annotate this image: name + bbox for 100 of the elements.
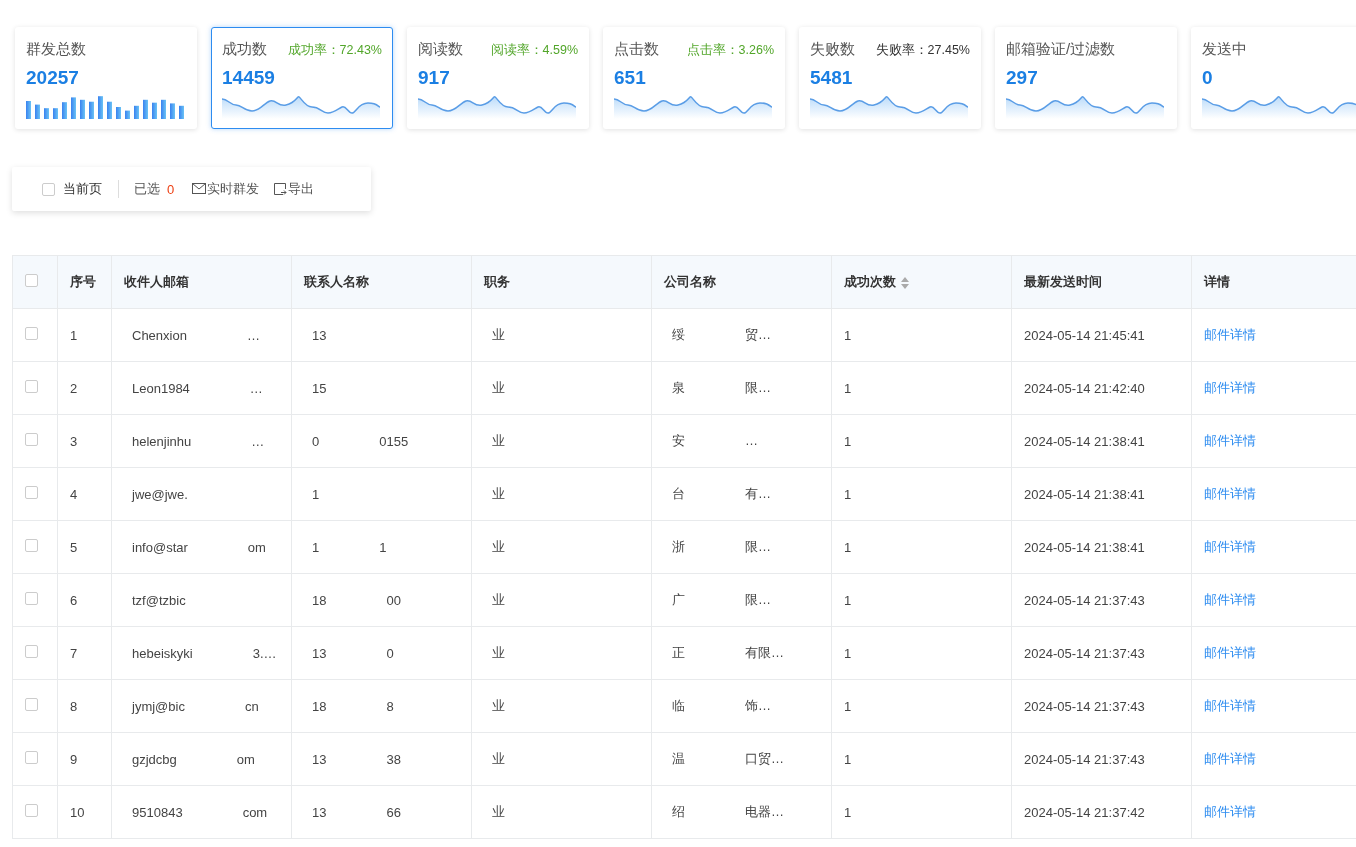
column-header[interactable]: 成功次数 bbox=[844, 274, 910, 289]
time-cell: 2024-05-14 21:37:43 bbox=[1024, 698, 1145, 714]
company-cell-text: 泉 限… bbox=[671, 380, 771, 395]
selected-count: 0 bbox=[167, 181, 175, 197]
row-number: 6 bbox=[70, 592, 78, 608]
export-button[interactable]: 导出 bbox=[273, 180, 315, 198]
stat-card[interactable]: 成功数 成功率：72.43% 14459 bbox=[211, 27, 393, 129]
count-cell: 1 bbox=[844, 645, 852, 661]
stat-card[interactable]: 邮箱验证/过滤数 297 bbox=[995, 27, 1177, 129]
stat-card[interactable]: 阅读数 阅读率：4.59% 917 bbox=[407, 27, 589, 129]
stat-value: 5481 bbox=[810, 67, 853, 89]
row-checkbox[interactable] bbox=[25, 751, 38, 764]
row-checkbox[interactable] bbox=[25, 592, 38, 605]
detail-link[interactable]: 邮件详情 bbox=[1204, 486, 1256, 501]
email-cell-text: jwe@jwe. bbox=[130, 486, 188, 502]
job-cell-text: 业 bbox=[491, 698, 505, 713]
contact-cell-text: 1 bbox=[311, 486, 320, 502]
email-cell-text: info@star om bbox=[131, 539, 266, 555]
time-cell: 2024-05-14 21:38:41 bbox=[1024, 433, 1145, 449]
count-cell: 1 bbox=[844, 486, 852, 502]
contact-cell-text: 13 38 bbox=[311, 751, 401, 767]
contact-cell-text: 0 0155 bbox=[311, 433, 409, 449]
contact-cell-text: 13 bbox=[311, 327, 327, 343]
stat-title: 群发总数 bbox=[26, 40, 86, 59]
row-number: 3 bbox=[70, 433, 78, 449]
count-cell: 1 bbox=[844, 539, 852, 555]
export-icon bbox=[273, 182, 288, 196]
row-checkbox[interactable] bbox=[25, 486, 38, 499]
row-checkbox[interactable] bbox=[25, 698, 38, 711]
contact-cell-text: 15 bbox=[311, 380, 327, 396]
email-cell-text: tzf@tzbic bbox=[131, 592, 186, 608]
detail-link[interactable]: 邮件详情 bbox=[1204, 751, 1256, 766]
count-cell: 1 bbox=[844, 380, 852, 396]
column-header: 公司名称 bbox=[664, 274, 716, 289]
row-number: 10 bbox=[70, 804, 85, 820]
stat-title: 邮箱验证/过滤数 bbox=[1006, 40, 1116, 59]
detail-link[interactable]: 邮件详情 bbox=[1204, 804, 1256, 819]
row-checkbox[interactable] bbox=[25, 380, 38, 393]
stat-card[interactable]: 点击数 点击率：3.26% 651 bbox=[603, 27, 785, 129]
detail-link[interactable]: 邮件详情 bbox=[1204, 380, 1256, 395]
email-cell-text: Leon1984 … bbox=[131, 380, 263, 396]
row-checkbox[interactable] bbox=[25, 804, 38, 817]
company-cell-text: 临 饰… bbox=[671, 698, 771, 713]
stat-value: 14459 bbox=[222, 67, 275, 89]
detail-link[interactable]: 邮件详情 bbox=[1204, 327, 1256, 342]
time-cell: 2024-05-14 21:42:40 bbox=[1024, 380, 1145, 396]
job-cell-text: 业 bbox=[491, 592, 505, 607]
checkbox[interactable] bbox=[25, 274, 38, 287]
time-cell: 2024-05-14 21:37:42 bbox=[1024, 804, 1145, 820]
stat-card[interactable]: 发送中 0 bbox=[1191, 27, 1356, 129]
company-cell-text: 安 … bbox=[671, 433, 758, 448]
row-number: 9 bbox=[70, 751, 78, 767]
rate-text: 成功率：72.43% bbox=[287, 42, 382, 59]
sort-icon[interactable] bbox=[900, 275, 910, 290]
row-checkbox[interactable] bbox=[25, 645, 38, 658]
time-cell: 2024-05-14 21:37:43 bbox=[1024, 751, 1145, 767]
row-number: 2 bbox=[70, 380, 78, 396]
stat-title: 失败数 bbox=[810, 40, 855, 59]
row-checkbox[interactable] bbox=[25, 327, 38, 340]
company-cell-text: 绥 贸… bbox=[671, 327, 771, 342]
email-cell-text: hebeiskyki 3.… bbox=[131, 645, 277, 661]
job-cell-text: 业 bbox=[491, 327, 505, 342]
detail-link[interactable]: 邮件详情 bbox=[1204, 433, 1256, 448]
stat-title: 发送中 bbox=[1202, 40, 1247, 59]
time-cell: 2024-05-14 21:37:43 bbox=[1024, 645, 1145, 661]
job-cell-text: 业 bbox=[491, 804, 505, 819]
row-number: 5 bbox=[70, 539, 78, 555]
row-number: 1 bbox=[70, 327, 78, 343]
count-cell: 1 bbox=[844, 327, 852, 343]
contact-cell-text: 13 0 bbox=[311, 645, 394, 661]
stat-title: 阅读数 bbox=[418, 40, 463, 59]
selected-label: 已选 bbox=[134, 180, 160, 198]
detail-link[interactable]: 邮件详情 bbox=[1204, 698, 1256, 713]
job-cell-text: 业 bbox=[491, 751, 505, 766]
job-cell-text: 业 bbox=[491, 433, 505, 448]
column-header: 收件人邮箱 bbox=[124, 274, 189, 289]
checkbox[interactable] bbox=[42, 182, 55, 196]
time-cell: 2024-05-14 21:45:41 bbox=[1024, 327, 1145, 343]
stat-card[interactable]: 失败数 失败率：27.45% 5481 bbox=[799, 27, 981, 129]
job-cell-text: 业 bbox=[491, 380, 505, 395]
detail-link[interactable]: 邮件详情 bbox=[1204, 539, 1256, 554]
stat-value: 0 bbox=[1202, 67, 1213, 89]
row-number: 4 bbox=[70, 486, 78, 502]
detail-link[interactable]: 邮件详情 bbox=[1204, 592, 1256, 607]
contact-cell-text: 18 00 bbox=[311, 592, 401, 608]
count-cell: 1 bbox=[844, 751, 852, 767]
rate-text: 阅读率：4.59% bbox=[490, 42, 578, 59]
count-cell: 1 bbox=[844, 804, 852, 820]
detail-link[interactable]: 邮件详情 bbox=[1204, 645, 1256, 660]
stat-card[interactable]: 群发总数 20257 bbox=[15, 27, 197, 129]
email-cell-text: helenjinhu … bbox=[131, 433, 265, 449]
contact-cell-text: 1 1 bbox=[311, 539, 387, 555]
company-cell-text: 绍 电器… bbox=[671, 804, 784, 819]
send-button[interactable]: 实时群发 bbox=[192, 180, 260, 198]
stat-value: 297 bbox=[1006, 67, 1038, 89]
row-checkbox[interactable] bbox=[25, 433, 38, 446]
time-cell: 2024-05-14 21:38:41 bbox=[1024, 486, 1145, 502]
count-cell: 1 bbox=[844, 698, 852, 714]
column-header: 职务 bbox=[484, 274, 510, 289]
row-checkbox[interactable] bbox=[25, 539, 38, 552]
